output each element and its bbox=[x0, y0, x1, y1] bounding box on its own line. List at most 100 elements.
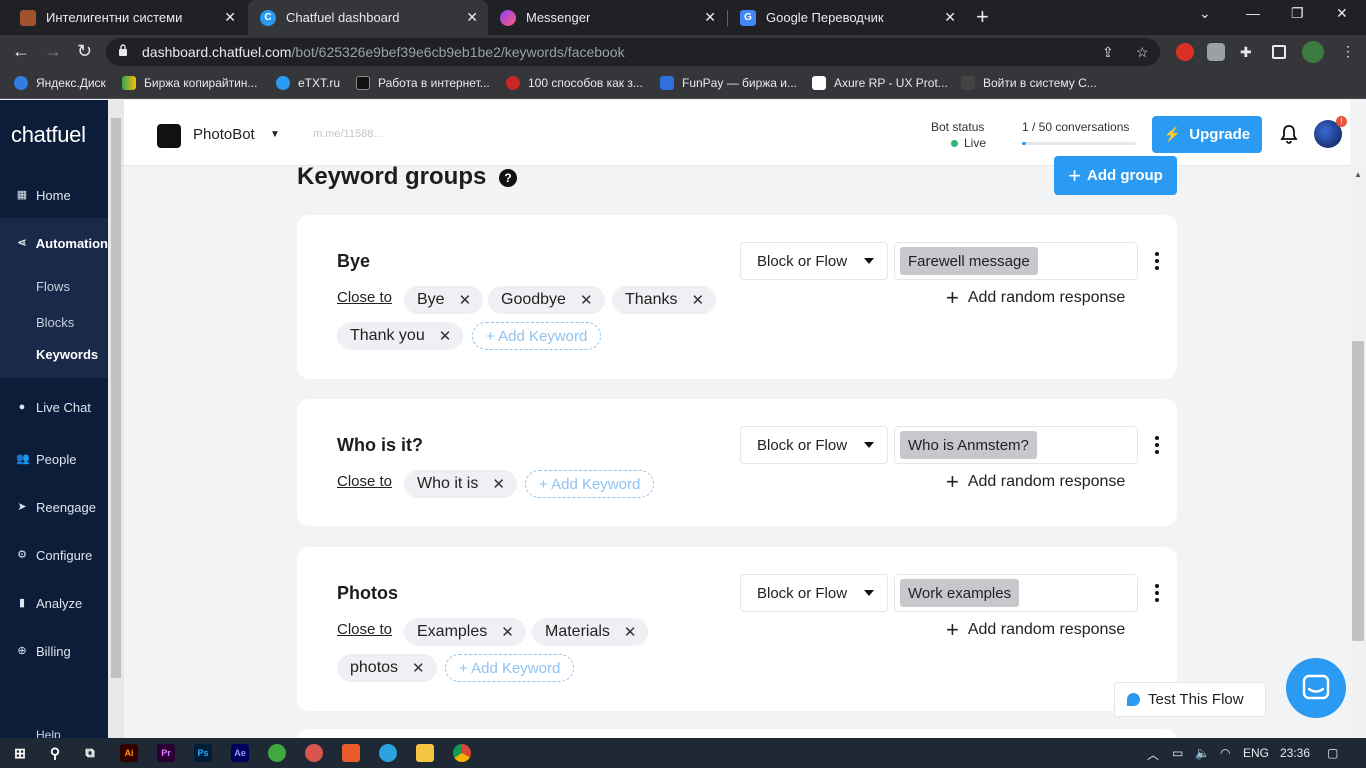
bookmark-item[interactable]: eTXT.ru bbox=[276, 76, 340, 90]
sidebar-subitem-keywords[interactable]: Keywords bbox=[36, 347, 98, 362]
keyword-chip[interactable]: Materials ✕ bbox=[532, 618, 649, 646]
app-icon[interactable] bbox=[342, 744, 360, 762]
minimize-icon[interactable]: — bbox=[1246, 5, 1260, 21]
input-language[interactable]: ENG bbox=[1243, 746, 1269, 760]
restore-icon[interactable]: ❐ bbox=[1291, 5, 1304, 22]
bookmark-item[interactable]: 100 способов как з... bbox=[506, 76, 643, 90]
close-tab-icon[interactable]: ✕ bbox=[704, 9, 716, 26]
block-input[interactable]: Farewell message bbox=[894, 242, 1138, 280]
extension-icon[interactable] bbox=[1207, 43, 1225, 61]
group-name[interactable]: Bye bbox=[337, 251, 370, 272]
sidebar-item-people[interactable]: 👥 People bbox=[0, 444, 108, 474]
sidebar-item-reengage[interactable]: ➤ Reengage bbox=[0, 492, 108, 522]
bookmark-item[interactable]: Axure RP - UX Prot... bbox=[812, 76, 948, 90]
remove-keyword-icon[interactable]: ✕ bbox=[580, 291, 593, 309]
add-random-response-button[interactable]: + Add random response bbox=[946, 287, 1125, 309]
remove-keyword-icon[interactable]: ✕ bbox=[459, 291, 472, 309]
add-keyword-button[interactable]: + Add Keyword bbox=[525, 470, 655, 498]
keyword-chip[interactable]: Thank you ✕ bbox=[337, 322, 464, 350]
browser-tab-2[interactable]: C Chatfuel dashboard ✕ bbox=[248, 0, 488, 35]
bookmark-item[interactable]: Войти в систему С... bbox=[961, 76, 1097, 90]
scroll-up-icon[interactable]: ▲ bbox=[1354, 170, 1362, 179]
block-or-flow-select[interactable]: Block or Flow bbox=[740, 426, 888, 464]
close-to-toggle[interactable]: Close to bbox=[337, 473, 392, 490]
clock[interactable]: 23:36 bbox=[1280, 746, 1310, 760]
close-window-icon[interactable]: ✕ bbox=[1336, 5, 1348, 22]
test-this-flow-button[interactable]: Test This Flow bbox=[1114, 682, 1266, 717]
add-group-button[interactable]: + Add group bbox=[1054, 156, 1177, 195]
scrollbar-thumb[interactable] bbox=[111, 118, 121, 678]
utorrent-icon[interactable] bbox=[268, 744, 286, 762]
remove-keyword-icon[interactable]: ✕ bbox=[501, 623, 514, 641]
illustrator-icon[interactable]: Ai bbox=[120, 744, 138, 762]
after-effects-icon[interactable]: Ae bbox=[231, 744, 249, 762]
sidebar-item-analyze[interactable]: ▮ Analyze bbox=[0, 588, 108, 618]
close-tab-icon[interactable]: ✕ bbox=[466, 9, 478, 26]
bookmark-item[interactable]: Работа в интернет... bbox=[356, 76, 490, 90]
forward-icon[interactable]: → bbox=[44, 41, 62, 62]
new-tab-icon[interactable]: + bbox=[976, 4, 989, 30]
block-pill[interactable]: Work examples bbox=[900, 579, 1020, 607]
keyword-chip[interactable]: photos ✕ bbox=[337, 654, 437, 682]
more-options-icon[interactable] bbox=[1154, 252, 1160, 270]
question-mark-icon[interactable]: ? bbox=[499, 169, 517, 187]
address-bar[interactable]: dashboard.chatfuel.com/bot/625326e9bef39… bbox=[106, 38, 1160, 66]
scrollbar-thumb[interactable] bbox=[1352, 341, 1364, 641]
close-to-toggle[interactable]: Close to bbox=[337, 289, 392, 306]
chevron-down-icon[interactable]: ▼ bbox=[270, 129, 280, 140]
block-pill[interactable]: Farewell message bbox=[900, 247, 1038, 275]
add-keyword-button[interactable]: + Add Keyword bbox=[445, 654, 575, 682]
remove-keyword-icon[interactable]: ✕ bbox=[412, 659, 425, 677]
notifications-icon[interactable]: ▢ bbox=[1327, 746, 1338, 760]
keyword-chip[interactable]: Bye ✕ bbox=[404, 286, 484, 314]
more-options-icon[interactable] bbox=[1154, 436, 1160, 454]
sidebar-subitem-flows[interactable]: Flows bbox=[36, 279, 70, 294]
premiere-icon[interactable]: Pr bbox=[157, 744, 175, 762]
close-to-toggle[interactable]: Close to bbox=[337, 621, 392, 638]
battery-icon[interactable]: ▭ bbox=[1172, 746, 1183, 760]
add-random-response-button[interactable]: + Add random response bbox=[946, 471, 1125, 493]
block-input[interactable]: Who is Anmstem? bbox=[894, 426, 1138, 464]
block-or-flow-select[interactable]: Block or Flow bbox=[740, 574, 888, 612]
search-icon[interactable]: ⚲ bbox=[46, 744, 64, 762]
share-icon[interactable]: ⇪ bbox=[1102, 44, 1114, 61]
close-tab-icon[interactable]: ✕ bbox=[944, 9, 956, 26]
keyword-chip[interactable]: Goodbye ✕ bbox=[488, 286, 605, 314]
group-name[interactable]: Photos bbox=[337, 583, 398, 604]
bookmark-star-icon[interactable]: ☆ bbox=[1136, 44, 1149, 61]
file-explorer-icon[interactable] bbox=[416, 744, 434, 762]
browser-tab-3[interactable]: Messenger ✕ bbox=[488, 0, 726, 35]
profile-avatar[interactable] bbox=[1302, 41, 1324, 63]
sidebar-subitem-blocks[interactable]: Blocks bbox=[36, 315, 74, 330]
telegram-icon[interactable] bbox=[379, 744, 397, 762]
tab-search-icon[interactable]: ⌄ bbox=[1199, 5, 1211, 22]
bot-link[interactable]: m.me/11588... bbox=[313, 128, 383, 140]
bell-icon[interactable] bbox=[1280, 124, 1298, 144]
windows-start-icon[interactable]: ⊞ bbox=[11, 744, 29, 762]
bookmark-item[interactable]: Яндекс.Диск bbox=[14, 76, 106, 90]
sidebar-item-home[interactable]: ▦ Home bbox=[0, 180, 108, 210]
browser-tab-4[interactable]: G Google Переводчик ✕ bbox=[728, 0, 966, 35]
extensions-puzzle-icon[interactable]: ✚ bbox=[1240, 44, 1252, 61]
tray-chevron-icon[interactable]: ︿ bbox=[1147, 746, 1159, 763]
chatfuel-logo[interactable]: chatfuel bbox=[11, 122, 86, 148]
keyword-chip[interactable]: Thanks ✕ bbox=[612, 286, 717, 314]
block-or-flow-select[interactable]: Block or Flow bbox=[740, 242, 888, 280]
more-options-icon[interactable] bbox=[1154, 584, 1160, 602]
sidebar-item-billing[interactable]: ⊕ Billing bbox=[0, 636, 108, 666]
chrome-icon[interactable] bbox=[453, 744, 471, 762]
extension-adblock-icon[interactable] bbox=[1176, 43, 1194, 61]
remove-keyword-icon[interactable]: ✕ bbox=[624, 623, 637, 641]
block-pill[interactable]: Who is Anmstem? bbox=[900, 431, 1037, 459]
back-icon[interactable]: ← bbox=[12, 41, 30, 62]
sidebar-item-automation[interactable]: ⋖ Automation bbox=[0, 228, 108, 258]
browser-tab-1[interactable]: Интелигентни системи ✕ bbox=[8, 0, 246, 35]
volume-icon[interactable]: 🔈 bbox=[1195, 746, 1210, 760]
support-chat-launcher[interactable] bbox=[1286, 658, 1346, 718]
sidebar-item-configure[interactable]: ⚙ Configure bbox=[0, 540, 108, 570]
group-name[interactable]: Who is it? bbox=[337, 435, 423, 456]
keyword-chip[interactable]: Who it is ✕ bbox=[404, 470, 517, 498]
close-tab-icon[interactable]: ✕ bbox=[224, 9, 236, 26]
keyword-chip[interactable]: Examples ✕ bbox=[404, 618, 526, 646]
bookmark-item[interactable]: FunPay — биржа и... bbox=[660, 76, 797, 90]
